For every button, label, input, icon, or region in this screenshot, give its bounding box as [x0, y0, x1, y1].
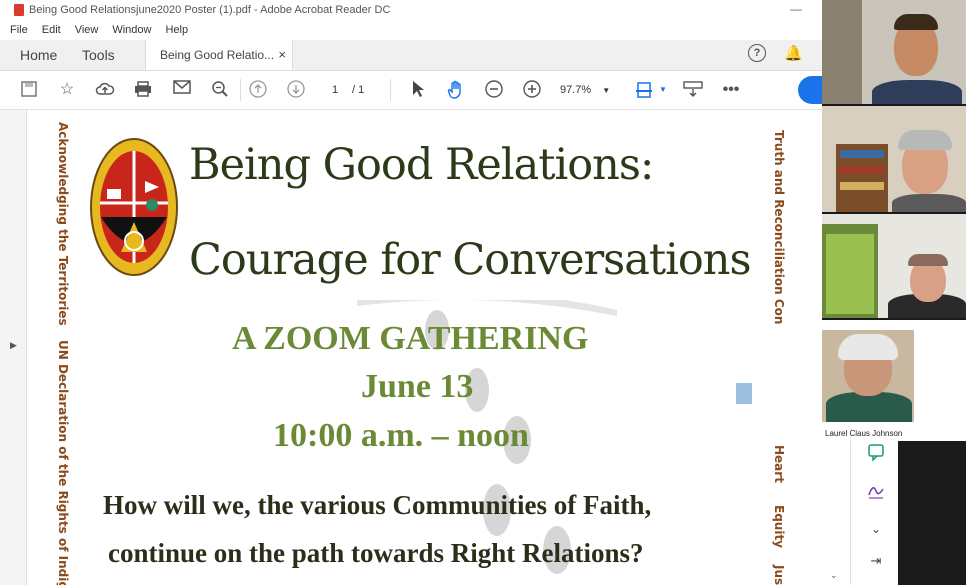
toolbar-divider	[240, 79, 241, 101]
right-tools-pane: ⌄ ⇥	[850, 441, 898, 585]
gathering-heading: A ZOOM GATHERING	[232, 320, 589, 357]
chevron-down-icon: ▼	[602, 86, 611, 95]
page-number-input[interactable]: 1	[325, 82, 345, 98]
upload-cloud-icon[interactable]	[95, 80, 115, 100]
fill-sign-icon[interactable]	[866, 481, 886, 501]
participant-video-2[interactable]	[822, 106, 966, 212]
tab-document-label: Being Good Relatio...	[160, 48, 275, 62]
toolbar: ☆ 1 / 1 97.7% ▼ ▼ •••	[0, 71, 822, 110]
document-scrollbar[interactable]: ⌄	[822, 441, 851, 585]
united-church-crest-logo	[90, 138, 178, 276]
chevron-down-icon[interactable]: ⌄	[866, 519, 886, 539]
comment-icon[interactable]	[866, 443, 886, 463]
share-button[interactable]	[798, 76, 822, 104]
poster-title-line-1: Being Good Relations:	[189, 140, 654, 190]
title-bar: Being Good Relationsjune2020 Poster (1).…	[0, 0, 822, 20]
pdf-page: Acknowledging the Territories UN Declara…	[27, 110, 793, 585]
question-line-1: How will we, the various Communities of …	[103, 490, 652, 520]
page-total: / 1	[352, 84, 365, 96]
vertical-text-un-declaration: UN Declaration of the Rights of Indige	[56, 340, 70, 585]
vertical-text-acknowledging: Acknowledging the Territories	[56, 122, 70, 326]
collapse-pane-icon[interactable]: ⇥	[866, 551, 886, 571]
vertical-text-truth: Truth and Reconciliation Con	[772, 130, 786, 325]
page-fit-icon[interactable]	[634, 80, 654, 100]
menu-window[interactable]: Window	[112, 24, 151, 36]
print-icon[interactable]	[133, 80, 153, 100]
window-title: Being Good Relationsjune2020 Poster (1).…	[29, 4, 391, 16]
expand-arrow-icon[interactable]: ▶	[10, 340, 17, 351]
participant-name-label: Laurel Claus Johnson	[825, 429, 903, 438]
menu-edit[interactable]: Edit	[42, 24, 61, 36]
save-icon[interactable]	[19, 80, 39, 100]
question-line-2: continue on the path towards Right Relat…	[108, 538, 644, 568]
chevron-down-icon[interactable]: ▼	[653, 80, 673, 100]
toolbar-divider	[390, 79, 391, 101]
tab-home[interactable]: Home	[20, 40, 57, 70]
event-date: June 13	[361, 368, 474, 405]
hand-tool-icon[interactable]	[446, 80, 466, 100]
scroll-mode-icon[interactable]	[683, 80, 703, 100]
pdf-file-icon	[14, 4, 24, 16]
select-cursor-icon[interactable]	[408, 80, 428, 100]
text-cursor-marker	[736, 383, 752, 404]
tab-close-icon[interactable]: ×	[278, 40, 286, 70]
vertical-text-justice: Jus	[772, 565, 786, 585]
menu-file[interactable]: File	[10, 24, 28, 36]
left-panel-toggle[interactable]: ▶	[0, 110, 27, 585]
scroll-down-icon[interactable]: ⌄	[830, 570, 838, 581]
menu-help[interactable]: Help	[165, 24, 188, 36]
event-time: 10:00 a.m. – noon	[273, 417, 529, 454]
zoom-out-icon[interactable]	[484, 80, 504, 100]
tab-tools[interactable]: Tools	[82, 40, 115, 70]
acrobat-window: Being Good Relationsjune2020 Poster (1).…	[0, 0, 822, 585]
bell-icon[interactable]: 🔔	[784, 44, 803, 62]
menu-bar: File Edit View Window Help	[0, 20, 822, 40]
bookmark-star-icon[interactable]: ☆	[57, 80, 77, 100]
search-icon[interactable]	[210, 80, 230, 100]
zoom-level-value: 97.7%	[560, 84, 592, 96]
tab-document[interactable]: Being Good Relatio... ×	[145, 40, 293, 70]
previous-page-icon[interactable]	[248, 80, 268, 100]
help-icon[interactable]: ?	[748, 44, 766, 62]
vertical-text-heart: Heart	[772, 445, 786, 483]
minimize-icon[interactable]: —	[790, 2, 802, 16]
participant-video-3[interactable]	[822, 214, 966, 318]
tab-bar: Home Tools Being Good Relatio... × ? 🔔	[0, 40, 822, 71]
menu-view[interactable]: View	[75, 24, 99, 36]
next-page-icon[interactable]	[286, 80, 306, 100]
participant-video-4[interactable]	[822, 320, 966, 441]
zoom-level-dropdown[interactable]: 97.7% ▼	[560, 82, 610, 99]
vertical-text-equity: Equity	[772, 505, 786, 549]
more-options-icon[interactable]: •••	[721, 80, 741, 100]
participant-video-1[interactable]	[822, 0, 966, 104]
email-icon[interactable]	[172, 80, 192, 100]
poster-title-line-2: Courage for Conversations	[189, 235, 752, 285]
zoom-in-icon[interactable]	[522, 80, 542, 100]
